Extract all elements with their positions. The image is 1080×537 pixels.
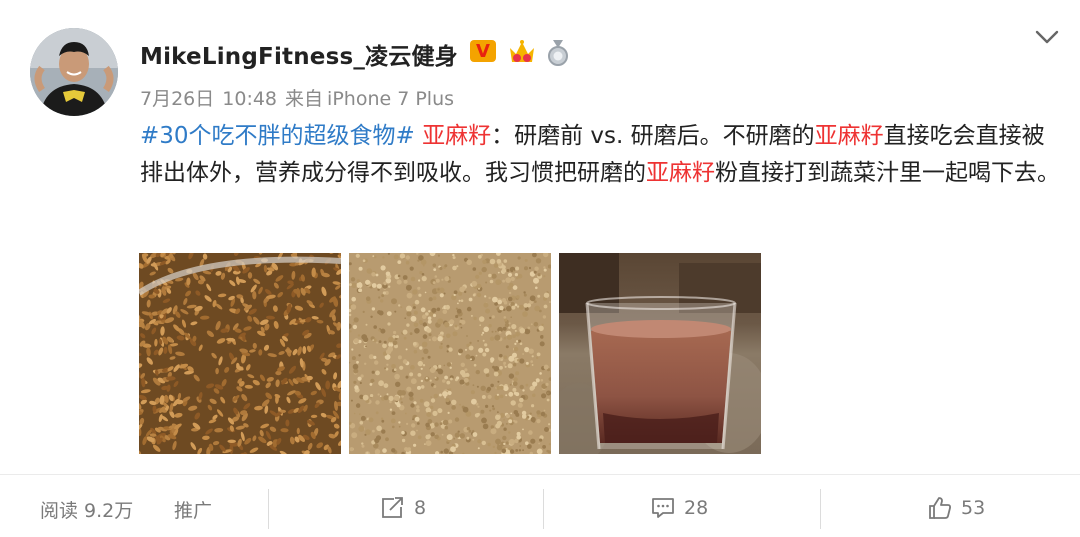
medal-badge-icon[interactable]	[546, 40, 570, 66]
promote-link[interactable]: 推广	[174, 496, 212, 523]
footer-separator	[543, 489, 544, 529]
verified-badge-letter: V	[476, 40, 490, 62]
comment-count: 28	[684, 497, 709, 519]
footer-separator	[268, 489, 269, 529]
author-name[interactable]: MikeLingFitness_凌云健身	[140, 37, 458, 71]
like-count: 53	[961, 497, 986, 519]
photo-whole-flaxseed[interactable]	[139, 253, 341, 454]
repost-icon	[382, 497, 403, 518]
repost-button[interactable]: 8	[380, 496, 426, 520]
keyword-link[interactable]: 亚麻籽	[646, 160, 715, 186]
footer-separator	[820, 489, 821, 529]
topic-hashtag-link[interactable]: #30个吃不胖的超级食物#	[140, 123, 415, 149]
like-button[interactable]: 53	[927, 496, 985, 520]
like-icon	[929, 497, 951, 519]
photo-smoothie-glass[interactable]	[559, 253, 761, 454]
comment-icon	[652, 498, 674, 518]
verified-v-icon: V	[470, 40, 496, 62]
post-text: #30个吃不胖的超级食物# 亚麻籽：研磨前 vs. 研磨后。不研磨的亚麻籽直接吃…	[140, 118, 1060, 192]
post-source-prefix: 来自	[285, 88, 324, 110]
post-text-segment: 粉直接打到蔬菜汁里一起喝下去。	[715, 160, 1060, 186]
keyword-link[interactable]: 亚麻籽	[422, 123, 491, 149]
comment-button[interactable]: 28	[650, 496, 708, 520]
keyword-link[interactable]: 亚麻籽	[815, 123, 884, 149]
crown-badge-icon[interactable]	[507, 38, 537, 66]
read-count: 阅读 9.2万	[40, 496, 133, 523]
photo-ground-flaxseed[interactable]	[349, 253, 551, 454]
post-date[interactable]: 7月26日	[140, 88, 214, 110]
post-source-device[interactable]: iPhone 7 Plus	[327, 88, 454, 110]
post-text-segment: ：研磨前 vs. 研磨后。不研磨的	[491, 123, 815, 149]
read-count-value: 9.2万	[84, 500, 134, 522]
post-meta: 7月26日 10:48 来自 iPhone 7 Plus	[140, 84, 462, 111]
author-avatar[interactable]	[30, 28, 118, 116]
repost-count: 8	[414, 497, 427, 519]
post-time[interactable]: 10:48	[222, 88, 277, 110]
post-action-bar: 阅读 9.2万 推广 8 28 53	[0, 475, 1080, 537]
chevron-down-icon[interactable]	[1034, 27, 1060, 47]
read-count-label: 阅读	[40, 500, 79, 522]
